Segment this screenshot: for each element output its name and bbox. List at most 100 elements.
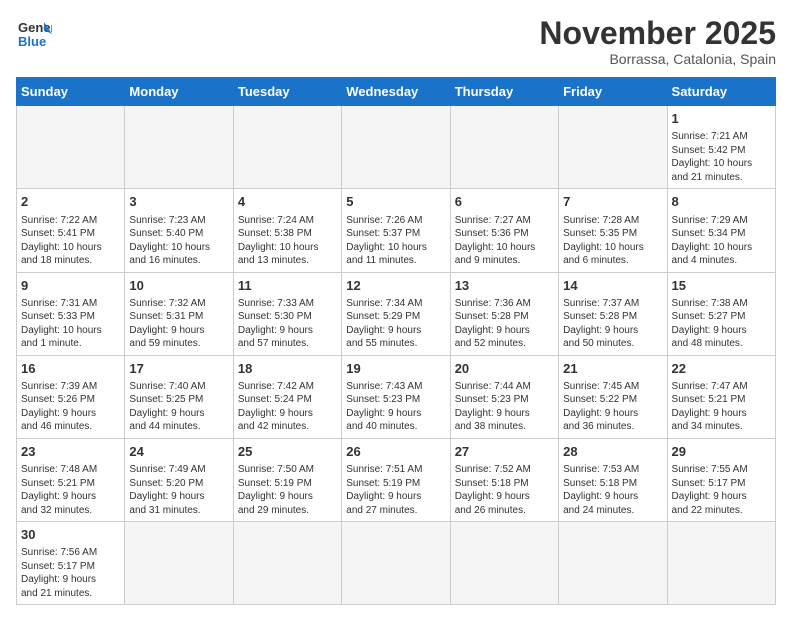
logo-icon: General Blue (16, 16, 52, 52)
calendar-cell (342, 522, 450, 605)
weekday-header-row: SundayMondayTuesdayWednesdayThursdayFrid… (17, 78, 776, 106)
day-number: 13 (455, 277, 554, 295)
calendar-cell: 24Sunrise: 7:49 AM Sunset: 5:20 PM Dayli… (125, 438, 233, 521)
calendar-cell: 9 Sunrise: 7:31 AM Sunset: 5:33 PM Daylig… (17, 272, 125, 355)
day-number: 3 (129, 193, 228, 211)
svg-text:Blue: Blue (18, 34, 46, 49)
day-info: Sunrise: 7:43 AM Sunset: 5:23 PM Dayligh… (346, 380, 445, 434)
calendar-cell: 2 Sunrise: 7:22 AM Sunset: 5:41 PM Daylig… (17, 189, 125, 272)
calendar-cell: 14 Sunrise: 7:37 AM Sunset: 5:28 PM Dayli… (559, 272, 667, 355)
day-number: 10 (129, 277, 228, 295)
calendar-cell: 8 Sunrise: 7:29 AM Sunset: 5:34 PM Daylig… (667, 189, 775, 272)
day-number: 23 (21, 443, 120, 461)
day-info: Sunrise: 7:29 AM Sunset: 5:34 PM Dayligh… (672, 214, 771, 268)
calendar-cell (342, 106, 450, 189)
day-info: Sunrise: 7:26 AM Sunset: 5:37 PM Dayligh… (346, 214, 445, 268)
day-number: 2 (21, 193, 120, 211)
calendar-subtitle: Borrassa, Catalonia, Spain (539, 51, 776, 67)
day-number: 16 (21, 360, 120, 378)
weekday-header-saturday: Saturday (667, 78, 775, 106)
day-info: Sunrise: 7:45 AM Sunset: 5:22 PM Dayligh… (563, 380, 662, 434)
calendar-week-row: 30 Sunrise: 7:56 AM Sunset: 5:17 PM Dayli… (17, 522, 776, 605)
day-info: Sunrise: 7:52 AM Sunset: 5:18 PM Dayligh… (455, 463, 554, 517)
calendar-week-row: 16 Sunrise: 7:39 AM Sunset: 5:26 PM Dayli… (17, 355, 776, 438)
weekday-header-wednesday: Wednesday (342, 78, 450, 106)
day-number: 26 (346, 443, 445, 461)
calendar-week-row: 23Sunrise: 7:48 AM Sunset: 5:21 PM Dayli… (17, 438, 776, 521)
day-number: 28 (563, 443, 662, 461)
day-info: Sunrise: 7:39 AM Sunset: 5:26 PM Dayligh… (21, 380, 120, 434)
calendar-cell (17, 106, 125, 189)
day-info: Sunrise: 7:51 AM Sunset: 5:19 PM Dayligh… (346, 463, 445, 517)
day-number: 27 (455, 443, 554, 461)
calendar-table: SundayMondayTuesdayWednesdayThursdayFrid… (16, 77, 776, 605)
calendar-week-row: 1Sunrise: 7:21 AM Sunset: 5:42 PM Daylig… (17, 106, 776, 189)
calendar-cell (450, 522, 558, 605)
day-number: 9 (21, 277, 120, 295)
calendar-cell: 11 Sunrise: 7:33 AM Sunset: 5:30 PM Dayli… (233, 272, 341, 355)
day-info: Sunrise: 7:24 AM Sunset: 5:38 PM Dayligh… (238, 214, 337, 268)
day-number: 30 (21, 526, 120, 544)
day-info: Sunrise: 7:22 AM Sunset: 5:41 PM Dayligh… (21, 214, 120, 268)
calendar-week-row: 9 Sunrise: 7:31 AM Sunset: 5:33 PM Daylig… (17, 272, 776, 355)
day-info: Sunrise: 7:55 AM Sunset: 5:17 PM Dayligh… (672, 463, 771, 517)
weekday-header-thursday: Thursday (450, 78, 558, 106)
day-number: 21 (563, 360, 662, 378)
calendar-cell (233, 106, 341, 189)
calendar-cell: 15Sunrise: 7:38 AM Sunset: 5:27 PM Dayli… (667, 272, 775, 355)
day-info: Sunrise: 7:27 AM Sunset: 5:36 PM Dayligh… (455, 214, 554, 268)
calendar-cell: 27 Sunrise: 7:52 AM Sunset: 5:18 PM Dayli… (450, 438, 558, 521)
calendar-cell: 19Sunrise: 7:43 AM Sunset: 5:23 PM Dayli… (342, 355, 450, 438)
calendar-cell: 20 Sunrise: 7:44 AM Sunset: 5:23 PM Dayli… (450, 355, 558, 438)
day-info: Sunrise: 7:44 AM Sunset: 5:23 PM Dayligh… (455, 380, 554, 434)
day-number: 12 (346, 277, 445, 295)
day-number: 29 (672, 443, 771, 461)
day-number: 14 (563, 277, 662, 295)
day-info: Sunrise: 7:56 AM Sunset: 5:17 PM Dayligh… (21, 546, 120, 600)
calendar-cell (125, 106, 233, 189)
calendar-cell (233, 522, 341, 605)
title-area: November 2025 Borrassa, Catalonia, Spain (539, 16, 776, 67)
day-number: 8 (672, 193, 771, 211)
day-info: Sunrise: 7:23 AM Sunset: 5:40 PM Dayligh… (129, 214, 228, 268)
day-info: Sunrise: 7:28 AM Sunset: 5:35 PM Dayligh… (563, 214, 662, 268)
calendar-cell (450, 106, 558, 189)
calendar-cell: 4Sunrise: 7:24 AM Sunset: 5:38 PM Daylig… (233, 189, 341, 272)
calendar-title: November 2025 (539, 16, 776, 51)
day-info: Sunrise: 7:34 AM Sunset: 5:29 PM Dayligh… (346, 297, 445, 351)
calendar-cell: 30 Sunrise: 7:56 AM Sunset: 5:17 PM Dayli… (17, 522, 125, 605)
calendar-cell: 21 Sunrise: 7:45 AM Sunset: 5:22 PM Dayli… (559, 355, 667, 438)
day-info: Sunrise: 7:37 AM Sunset: 5:28 PM Dayligh… (563, 297, 662, 351)
day-number: 11 (238, 277, 337, 295)
day-number: 25 (238, 443, 337, 461)
calendar-cell: 23Sunrise: 7:48 AM Sunset: 5:21 PM Dayli… (17, 438, 125, 521)
calendar-cell: 16 Sunrise: 7:39 AM Sunset: 5:26 PM Dayli… (17, 355, 125, 438)
day-info: Sunrise: 7:36 AM Sunset: 5:28 PM Dayligh… (455, 297, 554, 351)
day-number: 22 (672, 360, 771, 378)
logo: General Blue (16, 16, 52, 52)
day-number: 17 (129, 360, 228, 378)
weekday-header-friday: Friday (559, 78, 667, 106)
calendar-cell: 5 Sunrise: 7:26 AM Sunset: 5:37 PM Daylig… (342, 189, 450, 272)
day-info: Sunrise: 7:32 AM Sunset: 5:31 PM Dayligh… (129, 297, 228, 351)
calendar-week-row: 2 Sunrise: 7:22 AM Sunset: 5:41 PM Daylig… (17, 189, 776, 272)
calendar-cell: 13 Sunrise: 7:36 AM Sunset: 5:28 PM Dayli… (450, 272, 558, 355)
calendar-cell (125, 522, 233, 605)
header-area: General Blue November 2025 Borrassa, Cat… (16, 16, 776, 67)
day-info: Sunrise: 7:31 AM Sunset: 5:33 PM Dayligh… (21, 297, 120, 351)
day-info: Sunrise: 7:49 AM Sunset: 5:20 PM Dayligh… (129, 463, 228, 517)
calendar-cell: 25Sunrise: 7:50 AM Sunset: 5:19 PM Dayli… (233, 438, 341, 521)
calendar-cell: 3 Sunrise: 7:23 AM Sunset: 5:40 PM Daylig… (125, 189, 233, 272)
weekday-header-sunday: Sunday (17, 78, 125, 106)
day-info: Sunrise: 7:47 AM Sunset: 5:21 PM Dayligh… (672, 380, 771, 434)
day-number: 1 (672, 110, 771, 128)
calendar-cell: 10 Sunrise: 7:32 AM Sunset: 5:31 PM Dayli… (125, 272, 233, 355)
day-info: Sunrise: 7:33 AM Sunset: 5:30 PM Dayligh… (238, 297, 337, 351)
day-number: 20 (455, 360, 554, 378)
day-info: Sunrise: 7:42 AM Sunset: 5:24 PM Dayligh… (238, 380, 337, 434)
day-number: 18 (238, 360, 337, 378)
calendar-cell (667, 522, 775, 605)
calendar-cell: 22 Sunrise: 7:47 AM Sunset: 5:21 PM Dayli… (667, 355, 775, 438)
day-number: 5 (346, 193, 445, 211)
calendar-cell (559, 522, 667, 605)
